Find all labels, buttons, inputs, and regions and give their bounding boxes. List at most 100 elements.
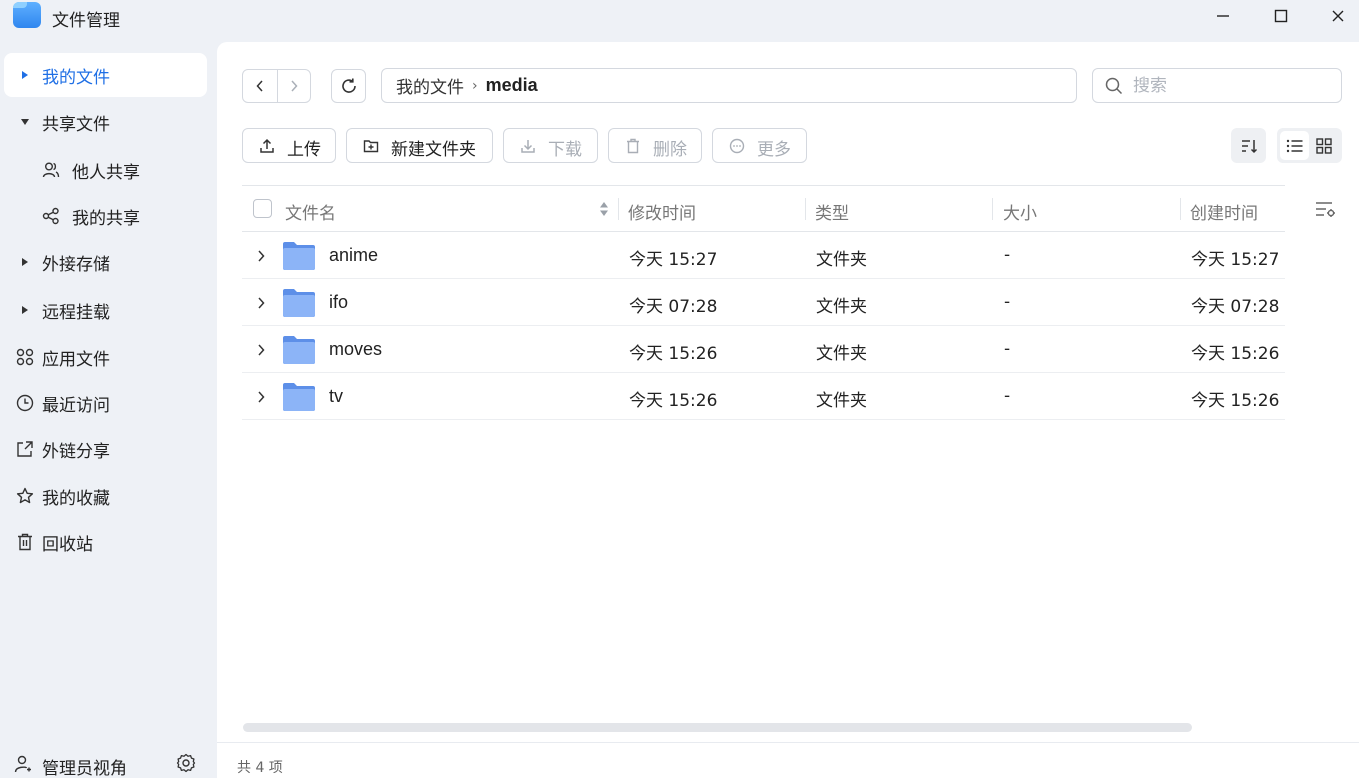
sidebar-item-label: 远程挂载 xyxy=(42,302,110,323)
sidebar-item-label: 外接存储 xyxy=(42,254,110,275)
minimize-button[interactable] xyxy=(1208,4,1238,28)
modified-time: 今天 15:26 xyxy=(629,344,718,364)
sidebar-item-label: 最近访问 xyxy=(42,395,110,416)
upload-button[interactable]: 上传 xyxy=(242,128,336,163)
table-header: 文件名 修改时间 类型 大小 创建时间 xyxy=(242,185,1285,232)
new-folder-button[interactable]: 新建文件夹 xyxy=(346,128,493,163)
history-nav xyxy=(242,69,311,103)
star-icon xyxy=(16,487,34,505)
list-view-button[interactable] xyxy=(1280,131,1309,160)
status-bar: 共 4 项 xyxy=(217,742,1359,778)
list-view-icon xyxy=(1286,139,1302,152)
upload-label: 上传 xyxy=(287,140,321,160)
column-divider[interactable] xyxy=(1180,198,1181,220)
file-name: ifo xyxy=(329,292,349,312)
refresh-button[interactable] xyxy=(331,69,366,103)
column-header-name[interactable]: 文件名 xyxy=(285,199,336,224)
chevron-right-icon[interactable] xyxy=(256,342,266,362)
folder-icon xyxy=(282,335,316,370)
sidebar-item-label: 我的文件 xyxy=(42,67,110,88)
file-type: 文件夹 xyxy=(816,250,867,270)
sidebar-item-remote-mount[interactable]: 远程挂载 xyxy=(4,288,207,332)
download-button[interactable]: 下载 xyxy=(503,128,598,163)
sidebar-item-my-files[interactable]: 我的文件 xyxy=(4,53,207,97)
column-header-created[interactable]: 创建时间 xyxy=(1190,199,1258,224)
table-row[interactable]: ifo 今天 07:28 文件夹 - 今天 07:28 xyxy=(242,279,1285,326)
sidebar-footer: 管理员视角 xyxy=(0,750,216,778)
modified-time: 今天 07:28 xyxy=(629,297,718,317)
horizontal-scrollbar[interactable] xyxy=(243,723,1192,732)
sidebar-item-label: 共享文件 xyxy=(42,114,110,135)
modified-time: 今天 15:26 xyxy=(629,391,718,411)
file-name: moves xyxy=(329,339,383,359)
chevron-right-icon xyxy=(291,80,298,92)
sidebar-item-external-share[interactable]: 外链分享 xyxy=(4,427,207,471)
forward-button[interactable] xyxy=(276,70,311,102)
folder-icon xyxy=(282,288,316,323)
folder-icon xyxy=(282,241,316,276)
app-title: 文件管理 xyxy=(52,11,120,31)
view-toggle xyxy=(1277,128,1342,163)
sort-arrows-icon[interactable] xyxy=(599,201,609,222)
gear-icon[interactable] xyxy=(176,753,196,777)
refresh-icon xyxy=(341,78,356,93)
delete-button[interactable]: 删除 xyxy=(608,128,702,163)
admin-view-label[interactable]: 管理员视角 xyxy=(42,754,127,778)
more-button[interactable]: 更多 xyxy=(712,128,807,163)
grid-view-button[interactable] xyxy=(1309,131,1338,160)
created-time: 今天 15:26 xyxy=(1191,344,1280,364)
back-button[interactable] xyxy=(243,70,277,102)
table-row[interactable]: anime 今天 15:27 文件夹 - 今天 15:27 xyxy=(242,232,1285,279)
sidebar-item-app-files[interactable]: 应用文件 xyxy=(4,335,207,379)
column-header-type[interactable]: 类型 xyxy=(815,199,849,224)
sidebar-item-recent[interactable]: 最近访问 xyxy=(4,381,207,425)
sidebar-item-my-shares[interactable]: 我的共享 xyxy=(4,194,207,238)
search-box xyxy=(1092,68,1342,103)
column-header-size[interactable]: 大小 xyxy=(1003,199,1037,224)
breadcrumb-root[interactable]: 我的文件 xyxy=(396,73,464,98)
minimize-icon xyxy=(1217,15,1229,17)
sidebar-item-recycle-bin[interactable]: 回收站 xyxy=(4,520,207,564)
column-header-modified[interactable]: 修改时间 xyxy=(628,199,696,224)
close-button[interactable] xyxy=(1323,4,1353,28)
title-bar: 文件管理 xyxy=(0,0,1359,34)
sidebar-item-label: 他人共享 xyxy=(72,162,140,183)
column-divider[interactable] xyxy=(992,198,993,220)
column-settings-icon[interactable] xyxy=(1315,200,1337,222)
sidebar-item-shared-with-me[interactable]: 他人共享 xyxy=(4,148,207,192)
select-all-checkbox[interactable] xyxy=(253,199,272,218)
breadcrumb-current: media xyxy=(485,75,538,95)
sidebar-item-shared-files[interactable]: 共享文件 xyxy=(4,100,207,144)
triangle-right-icon xyxy=(16,301,34,319)
chevron-right-icon[interactable] xyxy=(256,389,266,409)
sidebar-item-favorites[interactable]: 我的收藏 xyxy=(4,474,207,518)
external-share-icon xyxy=(16,440,34,458)
table-row[interactable]: tv 今天 15:26 文件夹 - 今天 15:26 xyxy=(242,373,1285,420)
file-size: - xyxy=(1004,245,1011,265)
new-folder-label: 新建文件夹 xyxy=(391,140,476,160)
breadcrumb[interactable]: 我的文件 › media xyxy=(381,68,1077,103)
table-row[interactable]: moves 今天 15:26 文件夹 - 今天 15:26 xyxy=(242,326,1285,373)
column-divider[interactable] xyxy=(805,198,806,220)
download-label: 下载 xyxy=(548,140,582,160)
triangle-right-icon xyxy=(16,253,34,271)
sidebar-item-label: 我的共享 xyxy=(72,208,140,229)
column-divider[interactable] xyxy=(618,198,619,220)
clock-icon xyxy=(16,394,34,412)
search-icon xyxy=(1105,77,1123,99)
new-folder-icon xyxy=(363,138,379,159)
chevron-right-icon[interactable] xyxy=(256,248,266,268)
created-time: 今天 07:28 xyxy=(1191,297,1280,317)
maximize-button[interactable] xyxy=(1266,4,1296,28)
created-time: 今天 15:27 xyxy=(1191,250,1280,270)
sort-button[interactable] xyxy=(1231,128,1266,163)
sidebar-item-external-storage[interactable]: 外接存储 xyxy=(4,240,207,284)
file-name: anime xyxy=(329,245,379,265)
file-name: tv xyxy=(329,386,344,406)
triangle-right-icon xyxy=(16,66,34,84)
search-input[interactable] xyxy=(1133,73,1333,99)
file-size: - xyxy=(1004,292,1011,312)
upload-icon xyxy=(259,138,275,159)
chevron-right-icon[interactable] xyxy=(256,295,266,315)
main-panel: 我的文件 › media 上传 新建文件夹 下载 删除 xyxy=(217,42,1359,742)
